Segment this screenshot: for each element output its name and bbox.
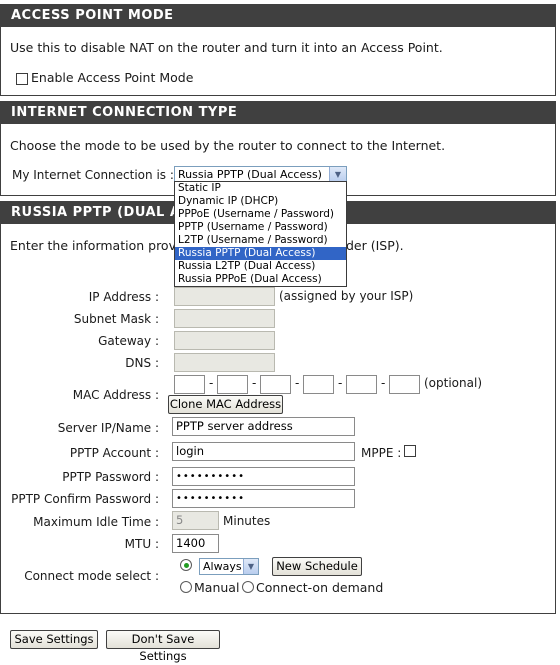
- dns-input[interactable]: [174, 353, 275, 372]
- connection-option-dynamic-ip[interactable]: Dynamic IP (DHCP): [175, 195, 346, 208]
- schedule-selected: Always: [203, 560, 242, 573]
- pptp-confirm-password-input[interactable]: ••••••••••: [172, 489, 355, 508]
- max-idle-time-input[interactable]: 5: [172, 511, 219, 530]
- chevron-down-icon[interactable]: ▼: [329, 167, 346, 182]
- pptp-account-label: PPTP Account :: [69, 446, 159, 460]
- connection-option-l2tp[interactable]: L2TP (Username / Password): [175, 234, 346, 247]
- connection-option-pppoe[interactable]: PPPoE (Username / Password): [175, 208, 346, 221]
- connection-option-pptp[interactable]: PPTP (Username / Password): [175, 221, 346, 234]
- mac-separator: -: [338, 376, 343, 390]
- ip-address-input[interactable]: [174, 287, 275, 306]
- new-schedule-button[interactable]: New Schedule: [272, 557, 362, 576]
- ip-address-label: IP Address :: [88, 290, 159, 304]
- save-settings-button[interactable]: Save Settings: [10, 630, 98, 649]
- dont-save-settings-button[interactable]: Don't Save Settings: [106, 630, 220, 663]
- mac-separator: -: [381, 376, 386, 390]
- manual-label: Manual: [194, 580, 240, 595]
- connection-option-static-ip[interactable]: Static IP: [175, 182, 346, 195]
- connection-option-russia-pptp[interactable]: Russia PPTP (Dual Access): [175, 247, 346, 260]
- mppe-label: MPPE :: [361, 446, 402, 460]
- mac-octet-5[interactable]: [346, 375, 377, 394]
- mtu-label: MTU :: [124, 537, 159, 551]
- schedule-select[interactable]: Always ▼: [199, 558, 259, 575]
- on-demand-label: Connect-on demand: [256, 580, 384, 595]
- connect-mode-always-radio[interactable]: [180, 559, 192, 571]
- mac-address-label: MAC Address :: [72, 388, 159, 402]
- connect-mode-label: Connect mode select :: [24, 569, 159, 583]
- access-point-description: Use this to disable NAT on the router an…: [10, 40, 443, 55]
- connect-mode-manual-radio[interactable]: [180, 581, 192, 593]
- connect-mode-on-demand-radio[interactable]: [242, 581, 254, 593]
- enable-access-point-checkbox[interactable]: [16, 73, 28, 85]
- clone-mac-button[interactable]: Clone MAC Address: [168, 395, 283, 414]
- server-ip-label: Server IP/Name :: [57, 421, 159, 435]
- mac-octet-2[interactable]: [217, 375, 248, 394]
- mppe-checkbox[interactable]: [404, 445, 416, 457]
- connection-option-russia-l2tp[interactable]: Russia L2TP (Dual Access): [175, 260, 346, 273]
- mtu-input[interactable]: 1400: [172, 534, 219, 553]
- mac-address-note: (optional): [424, 376, 482, 390]
- idle-time-unit: Minutes: [223, 514, 271, 528]
- mac-octet-6[interactable]: [389, 375, 420, 394]
- mac-octet-1[interactable]: [174, 375, 205, 394]
- pptp-password-input[interactable]: ••••••••••: [172, 467, 355, 486]
- connection-option-russia-pppoe[interactable]: Russia PPPoE (Dual Access): [175, 273, 346, 286]
- max-idle-time-label: Maximum Idle Time :: [33, 515, 159, 529]
- connection-type-description: Choose the mode to be used by the router…: [10, 138, 446, 153]
- mac-separator: -: [295, 376, 300, 390]
- subnet-mask-input[interactable]: [174, 309, 275, 328]
- pptp-password-label: PPTP Password :: [62, 470, 159, 484]
- server-ip-input[interactable]: PPTP server address: [172, 417, 355, 436]
- mac-octet-4[interactable]: [303, 375, 334, 394]
- gateway-label: Gateway :: [98, 334, 159, 348]
- access-point-header: ACCESS POINT MODE: [1, 5, 555, 27]
- pptp-confirm-password-label: PPTP Confirm Password :: [11, 492, 159, 506]
- mac-separator: -: [252, 376, 257, 390]
- subnet-mask-label: Subnet Mask :: [73, 312, 159, 326]
- connection-dropdown-list: Static IP Dynamic IP (DHCP) PPPoE (Usern…: [174, 181, 347, 287]
- my-connection-label: My Internet Connection is :: [12, 168, 174, 182]
- connection-type-header: INTERNET CONNECTION TYPE: [1, 102, 555, 124]
- russia-pptp-description-end: der (ISP).: [346, 238, 404, 253]
- gateway-input[interactable]: [174, 331, 275, 350]
- enable-access-point-label: Enable Access Point Mode: [31, 70, 194, 85]
- access-point-section: ACCESS POINT MODE Use this to disable NA…: [0, 4, 556, 96]
- pptp-account-input[interactable]: login: [172, 442, 355, 461]
- mac-separator: -: [209, 376, 214, 390]
- ip-address-note: (assigned by your ISP): [279, 289, 414, 303]
- chevron-down-icon[interactable]: ▼: [243, 559, 258, 574]
- internet-connection-selected: Russia PPTP (Dual Access): [178, 168, 322, 181]
- mac-octet-3[interactable]: [260, 375, 291, 394]
- dns-label: DNS :: [125, 356, 159, 370]
- russia-pptp-description-start: Enter the information provide: [10, 238, 196, 253]
